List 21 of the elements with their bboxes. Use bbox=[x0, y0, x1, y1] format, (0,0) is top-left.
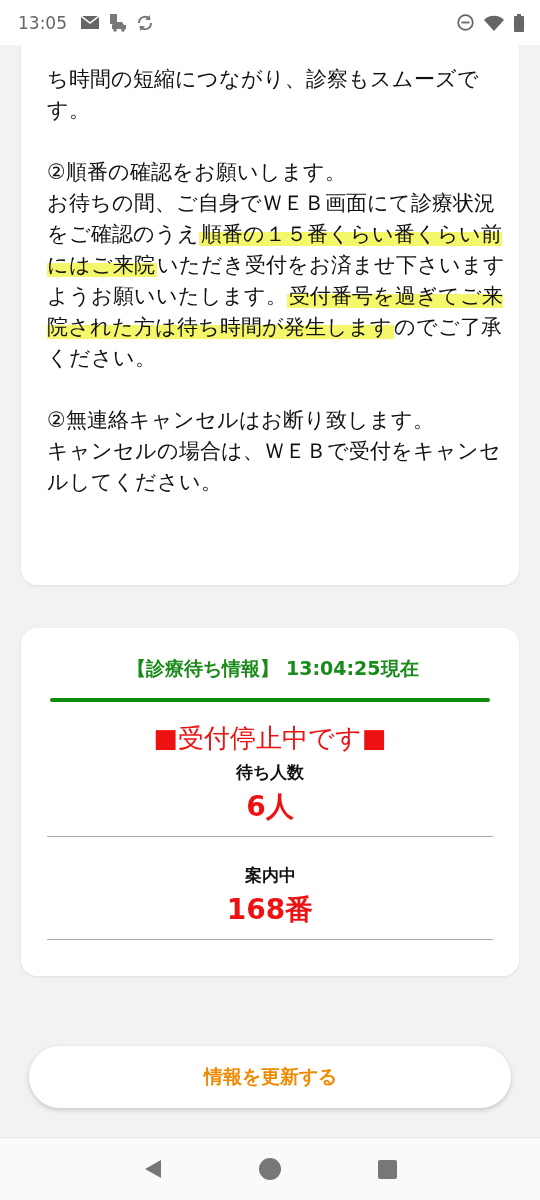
back-icon[interactable] bbox=[143, 1159, 164, 1179]
stat-label: 案内中 bbox=[244, 864, 296, 887]
sync-icon bbox=[136, 13, 154, 32]
clock-time: 13:05 bbox=[18, 12, 67, 33]
home-icon[interactable] bbox=[259, 1158, 282, 1180]
stat-value: 168番 bbox=[226, 892, 314, 928]
wifi-icon bbox=[484, 14, 504, 31]
notice-text: キャンセルの場合は、ＷＥＢで受付をキャンセルしてください。 bbox=[47, 438, 502, 496]
stat-value: 6人 bbox=[246, 789, 294, 825]
mail-icon bbox=[81, 16, 99, 29]
notice-text: ②無連絡キャンセルはお断り致します。 bbox=[47, 407, 435, 434]
reception-status: ■受付停止中です■ bbox=[153, 722, 387, 755]
car-icon bbox=[109, 13, 126, 32]
battery-icon bbox=[514, 13, 524, 32]
wait-info-title: 【診療待ち情報】 13:04:25現在 bbox=[127, 656, 419, 681]
do-not-disturb-icon bbox=[457, 14, 474, 31]
notice-text: ち時間の短縮につながり、診察もスムーズです。 bbox=[47, 66, 480, 124]
refresh-button[interactable]: 情報を更新する bbox=[29, 1046, 511, 1108]
recents-icon[interactable] bbox=[377, 1159, 397, 1179]
notice-text: ②順番の確認をお願いします。 bbox=[47, 159, 347, 186]
stat-label: 待ち人数 bbox=[236, 761, 304, 784]
